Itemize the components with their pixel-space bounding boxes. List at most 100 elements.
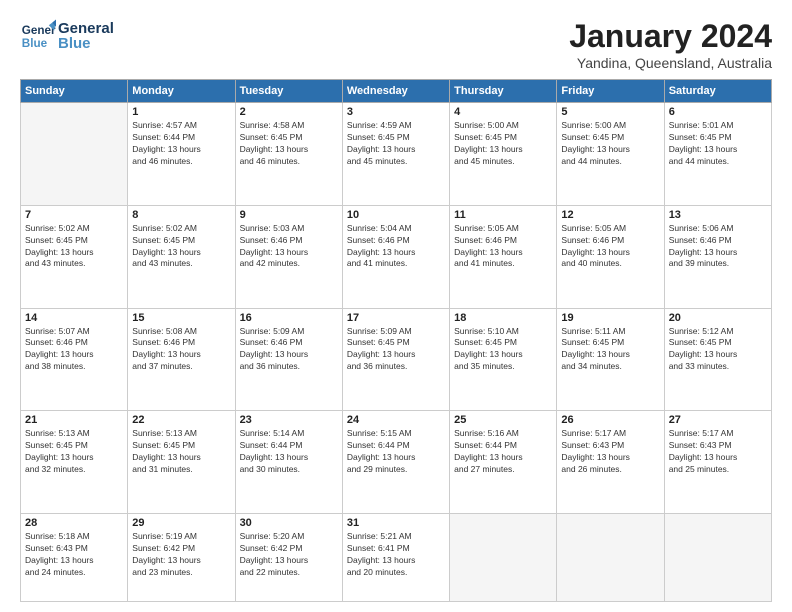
day-cell: 22Sunrise: 5:13 AMSunset: 6:45 PMDayligh… <box>128 411 235 514</box>
logo: General Blue General Blue <box>20 18 114 54</box>
day-cell: 25Sunrise: 5:16 AMSunset: 6:44 PMDayligh… <box>450 411 557 514</box>
day-info: Sunrise: 5:10 AMSunset: 6:45 PMDaylight:… <box>454 326 552 374</box>
day-info: Sunrise: 5:04 AMSunset: 6:46 PMDaylight:… <box>347 223 445 271</box>
day-cell <box>664 514 771 602</box>
day-info: Sunrise: 5:01 AMSunset: 6:45 PMDaylight:… <box>669 120 767 168</box>
day-info: Sunrise: 4:59 AMSunset: 6:45 PMDaylight:… <box>347 120 445 168</box>
day-info: Sunrise: 5:17 AMSunset: 6:43 PMDaylight:… <box>669 428 767 476</box>
day-number: 7 <box>25 209 123 221</box>
day-number: 12 <box>561 209 659 221</box>
day-info: Sunrise: 5:14 AMSunset: 6:44 PMDaylight:… <box>240 428 338 476</box>
day-info: Sunrise: 5:00 AMSunset: 6:45 PMDaylight:… <box>561 120 659 168</box>
weekday-header-sunday: Sunday <box>21 80 128 103</box>
logo-blue: Blue <box>58 36 114 51</box>
weekday-header-monday: Monday <box>128 80 235 103</box>
logo-general: General <box>58 21 114 36</box>
day-number: 16 <box>240 312 338 324</box>
day-cell: 10 Sunrise: 5:04 AMSunset: 6:46 PMDayligh… <box>342 205 449 308</box>
weekday-header-saturday: Saturday <box>664 80 771 103</box>
day-number: 9 <box>240 209 338 221</box>
day-cell: 28 Sunrise: 5:18 AMSunset: 6:43 PMDayligh… <box>21 514 128 602</box>
day-cell: 29 Sunrise: 5:19 AMSunset: 6:42 PMDayligh… <box>128 514 235 602</box>
day-number: 19 <box>561 312 659 324</box>
week-row-3: 14Sunrise: 5:07 AMSunset: 6:46 PMDayligh… <box>21 308 772 411</box>
day-number: 13 <box>669 209 767 221</box>
day-cell: 7 Sunrise: 5:02 AMSunset: 6:45 PMDaylight… <box>21 205 128 308</box>
day-number: 1 <box>132 106 230 118</box>
title-block: January 2024 Yandina, Queensland, Austra… <box>569 18 772 71</box>
day-cell: 13Sunrise: 5:06 AMSunset: 6:46 PMDayligh… <box>664 205 771 308</box>
day-number: 28 <box>25 517 123 529</box>
day-info: Sunrise: 5:17 AMSunset: 6:43 PMDaylight:… <box>561 428 659 476</box>
day-info: Sunrise: 5:15 AMSunset: 6:44 PMDaylight:… <box>347 428 445 476</box>
day-number: 17 <box>347 312 445 324</box>
day-cell: 8 Sunrise: 5:02 AMSunset: 6:45 PMDaylight… <box>128 205 235 308</box>
logo-icon: General Blue <box>20 18 56 54</box>
day-number: 11 <box>454 209 552 221</box>
day-cell: 18 Sunrise: 5:10 AMSunset: 6:45 PMDayligh… <box>450 308 557 411</box>
day-cell: 3 Sunrise: 4:59 AMSunset: 6:45 PMDaylight… <box>342 103 449 206</box>
location: Yandina, Queensland, Australia <box>569 55 772 71</box>
day-info: Sunrise: 5:02 AMSunset: 6:45 PMDaylight:… <box>132 223 230 271</box>
day-cell: 31Sunrise: 5:21 AMSunset: 6:41 PMDayligh… <box>342 514 449 602</box>
week-row-1: 1 Sunrise: 4:57 AMSunset: 6:44 PMDaylight… <box>21 103 772 206</box>
day-info: Sunrise: 5:05 AMSunset: 6:46 PMDaylight:… <box>561 223 659 271</box>
day-number: 6 <box>669 106 767 118</box>
day-cell: 20Sunrise: 5:12 AMSunset: 6:45 PMDayligh… <box>664 308 771 411</box>
weekday-header-row: SundayMondayTuesdayWednesdayThursdayFrid… <box>21 80 772 103</box>
day-number: 18 <box>454 312 552 324</box>
day-info: Sunrise: 5:03 AMSunset: 6:46 PMDaylight:… <box>240 223 338 271</box>
day-info: Sunrise: 5:20 AMSunset: 6:42 PMDaylight:… <box>240 531 338 579</box>
day-number: 24 <box>347 414 445 426</box>
week-row-2: 7 Sunrise: 5:02 AMSunset: 6:45 PMDaylight… <box>21 205 772 308</box>
day-cell: 5Sunrise: 5:00 AMSunset: 6:45 PMDaylight… <box>557 103 664 206</box>
weekday-header-tuesday: Tuesday <box>235 80 342 103</box>
day-cell: 15Sunrise: 5:08 AMSunset: 6:46 PMDayligh… <box>128 308 235 411</box>
day-number: 27 <box>669 414 767 426</box>
day-cell: 23 Sunrise: 5:14 AMSunset: 6:44 PMDayligh… <box>235 411 342 514</box>
day-cell <box>557 514 664 602</box>
day-number: 21 <box>25 414 123 426</box>
day-info: Sunrise: 5:00 AMSunset: 6:45 PMDaylight:… <box>454 120 552 168</box>
day-number: 10 <box>347 209 445 221</box>
day-info: Sunrise: 5:13 AMSunset: 6:45 PMDaylight:… <box>132 428 230 476</box>
day-number: 20 <box>669 312 767 324</box>
day-info: Sunrise: 5:09 AMSunset: 6:46 PMDaylight:… <box>240 326 338 374</box>
day-cell: 19Sunrise: 5:11 AMSunset: 6:45 PMDayligh… <box>557 308 664 411</box>
day-cell <box>450 514 557 602</box>
day-number: 2 <box>240 106 338 118</box>
day-cell: 17Sunrise: 5:09 AMSunset: 6:45 PMDayligh… <box>342 308 449 411</box>
week-row-4: 21 Sunrise: 5:13 AMSunset: 6:45 PMDayligh… <box>21 411 772 514</box>
logo-text: General Blue <box>58 21 114 51</box>
day-number: 14 <box>25 312 123 324</box>
day-cell: 26 Sunrise: 5:17 AMSunset: 6:43 PMDayligh… <box>557 411 664 514</box>
day-number: 3 <box>347 106 445 118</box>
day-number: 25 <box>454 414 552 426</box>
day-cell: 2Sunrise: 4:58 AMSunset: 6:45 PMDaylight… <box>235 103 342 206</box>
day-info: Sunrise: 5:05 AMSunset: 6:46 PMDaylight:… <box>454 223 552 271</box>
day-info: Sunrise: 5:18 AMSunset: 6:43 PMDaylight:… <box>25 531 123 579</box>
day-cell: 11 Sunrise: 5:05 AMSunset: 6:46 PMDayligh… <box>450 205 557 308</box>
day-cell: 9 Sunrise: 5:03 AMSunset: 6:46 PMDaylight… <box>235 205 342 308</box>
day-info: Sunrise: 5:19 AMSunset: 6:42 PMDaylight:… <box>132 531 230 579</box>
day-cell: 1 Sunrise: 4:57 AMSunset: 6:44 PMDaylight… <box>128 103 235 206</box>
day-number: 23 <box>240 414 338 426</box>
day-info: Sunrise: 4:57 AMSunset: 6:44 PMDaylight:… <box>132 120 230 168</box>
day-cell <box>21 103 128 206</box>
day-cell: 4Sunrise: 5:00 AMSunset: 6:45 PMDaylight… <box>450 103 557 206</box>
day-cell: 16 Sunrise: 5:09 AMSunset: 6:46 PMDayligh… <box>235 308 342 411</box>
day-cell: 27 Sunrise: 5:17 AMSunset: 6:43 PMDayligh… <box>664 411 771 514</box>
day-number: 26 <box>561 414 659 426</box>
weekday-header-thursday: Thursday <box>450 80 557 103</box>
day-number: 15 <box>132 312 230 324</box>
weekday-header-wednesday: Wednesday <box>342 80 449 103</box>
svg-text:Blue: Blue <box>22 37 48 50</box>
day-cell: 21 Sunrise: 5:13 AMSunset: 6:45 PMDayligh… <box>21 411 128 514</box>
day-number: 8 <box>132 209 230 221</box>
day-info: Sunrise: 5:13 AMSunset: 6:45 PMDaylight:… <box>25 428 123 476</box>
day-number: 29 <box>132 517 230 529</box>
calendar-table: SundayMondayTuesdayWednesdayThursdayFrid… <box>20 79 772 602</box>
day-cell: 14Sunrise: 5:07 AMSunset: 6:46 PMDayligh… <box>21 308 128 411</box>
week-row-5: 28 Sunrise: 5:18 AMSunset: 6:43 PMDayligh… <box>21 514 772 602</box>
day-info: Sunrise: 5:02 AMSunset: 6:45 PMDaylight:… <box>25 223 123 271</box>
